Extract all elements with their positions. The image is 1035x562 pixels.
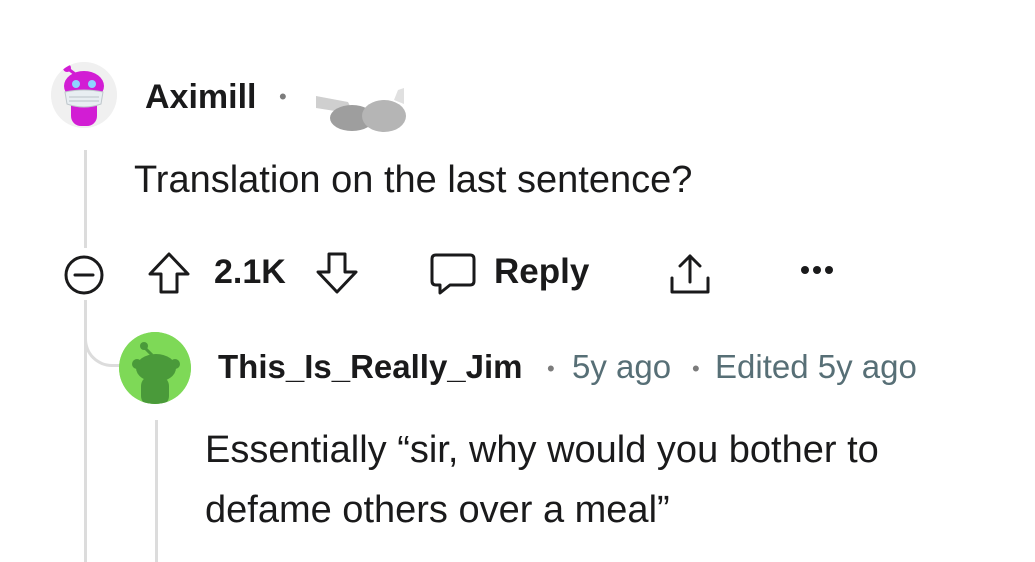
separator-dot: • — [279, 84, 287, 109]
reply-body-line-2: defame others over a meal” — [205, 489, 670, 531]
separator-dot: • — [547, 356, 555, 381]
reply-timestamp: 5y ago — [572, 348, 672, 385]
user-flair-icon — [314, 88, 406, 139]
share-icon[interactable] — [666, 250, 714, 298]
more-options-icon[interactable] — [800, 264, 834, 276]
thread-branch-curve — [84, 300, 121, 367]
reply-avatar[interactable] — [119, 332, 191, 404]
downvote-icon[interactable] — [314, 250, 360, 296]
upvote-icon[interactable] — [146, 250, 192, 296]
comment-body: Translation on the last sentence? — [134, 159, 693, 201]
thread-line-main[interactable] — [84, 150, 87, 248]
avatar[interactable] — [51, 62, 117, 128]
reply-thread-line[interactable] — [155, 420, 158, 562]
reply-button[interactable]: Reply — [494, 252, 589, 292]
separator-dot: • — [692, 356, 700, 381]
vote-score: 2.1K — [214, 253, 286, 291]
comment-author[interactable]: Aximill — [145, 78, 256, 117]
reply-edited-label: Edited 5y ago — [715, 348, 917, 385]
comment-bubble-icon[interactable] — [428, 251, 478, 297]
collapse-icon[interactable] — [62, 253, 106, 297]
reply-body-line-1: Essentially “sir, why would you bother t… — [205, 429, 879, 471]
reply-author[interactable]: This_Is_Really_Jim — [218, 348, 523, 386]
